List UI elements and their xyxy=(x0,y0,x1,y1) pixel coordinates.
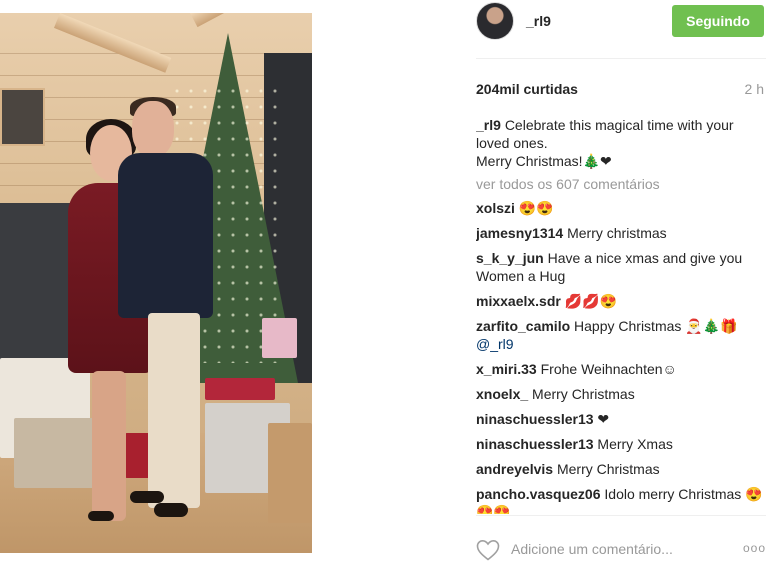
post-photo[interactable] xyxy=(0,13,312,553)
avatar[interactable] xyxy=(476,2,514,40)
comment-item: x_miri.33 Frohe Weihnachten☺ xyxy=(476,360,766,378)
comment-username[interactable]: xolszi xyxy=(476,200,515,216)
heart-icon[interactable] xyxy=(476,539,500,561)
comments-list[interactable]: _rl9 Celebrate this magical time with yo… xyxy=(476,116,766,514)
post-username[interactable]: _rl9 xyxy=(526,13,551,29)
comment-username[interactable]: pancho.vasquez06 xyxy=(476,486,601,502)
comment-input[interactable]: Adicione um comentário... xyxy=(511,541,673,557)
caption: _rl9 Celebrate this magical time with yo… xyxy=(476,116,766,170)
comment-item: ninaschuessler13 ❤ xyxy=(476,410,766,428)
divider xyxy=(476,58,766,59)
comment-username[interactable]: s_k_y_jun xyxy=(476,250,544,266)
comment-item: xnoelx_ Merry Christmas xyxy=(476,385,766,403)
post-header: _rl9 Seguindo xyxy=(476,0,766,44)
comment-username[interactable]: zarfito_camilo xyxy=(476,318,570,334)
comment-username[interactable]: ninaschuessler13 xyxy=(476,436,594,452)
comment-text: Merry Christmas xyxy=(532,386,635,402)
comment-text: Frohe Weihnachten☺ xyxy=(540,361,677,377)
comment-text: Happy Christmas 🎅🎄🎁 xyxy=(574,318,738,334)
comment-item: pancho.vasquez06 Idolo merry Christmas 😍… xyxy=(476,485,766,514)
caption-text: Celebrate this magical time with your lo… xyxy=(476,117,734,151)
post-sidebar: _rl9 Seguindo 204mil curtidas 2 h _rl9 C… xyxy=(476,0,766,567)
comment-username[interactable]: ninaschuessler13 xyxy=(476,411,594,427)
comment-text: Merry christmas xyxy=(567,225,667,241)
comment-username[interactable]: x_miri.33 xyxy=(476,361,537,377)
likes-count[interactable]: 204mil curtidas xyxy=(476,81,578,97)
comment-item: mixxaelx.sdr 💋💋😍 xyxy=(476,292,766,310)
more-options-icon[interactable]: ooo xyxy=(743,541,766,555)
post-time[interactable]: 2 h xyxy=(745,81,764,97)
caption-text-2: Merry Christmas!🎄❤ xyxy=(476,153,612,169)
comment-mention[interactable]: @_rl9 xyxy=(476,336,514,352)
comment-item: ninaschuessler13 Merry Xmas xyxy=(476,435,766,453)
comment-item: xolszi 😍😍 xyxy=(476,199,766,217)
comment-username[interactable]: xnoelx_ xyxy=(476,386,528,402)
following-button[interactable]: Seguindo xyxy=(672,5,764,37)
comment-text: ❤ xyxy=(597,411,610,427)
post-footer: Adicione um comentário... ooo xyxy=(476,535,766,565)
divider xyxy=(476,515,766,516)
comment-item: andreyelvis Merry Christmas xyxy=(476,460,766,478)
comment-username[interactable]: mixxaelx.sdr xyxy=(476,293,561,309)
caption-username[interactable]: _rl9 xyxy=(476,117,501,133)
comment-username[interactable]: andreyelvis xyxy=(476,461,553,477)
comment-item: jamesny1314 Merry christmas xyxy=(476,224,766,242)
comment-text: 💋💋😍 xyxy=(564,293,618,309)
comment-item: s_k_y_jun Have a nice xmas and give you … xyxy=(476,249,766,285)
view-all-comments-link[interactable]: ver todos os 607 comentários xyxy=(476,176,766,192)
comment-text: Merry Christmas xyxy=(556,461,660,477)
comment-item: zarfito_camilo Happy Christmas 🎅🎄🎁 @_rl9 xyxy=(476,317,766,353)
comment-text: 😍😍 xyxy=(518,200,554,216)
comment-text: Merry Xmas xyxy=(597,436,673,452)
comment-username[interactable]: jamesny1314 xyxy=(476,225,563,241)
